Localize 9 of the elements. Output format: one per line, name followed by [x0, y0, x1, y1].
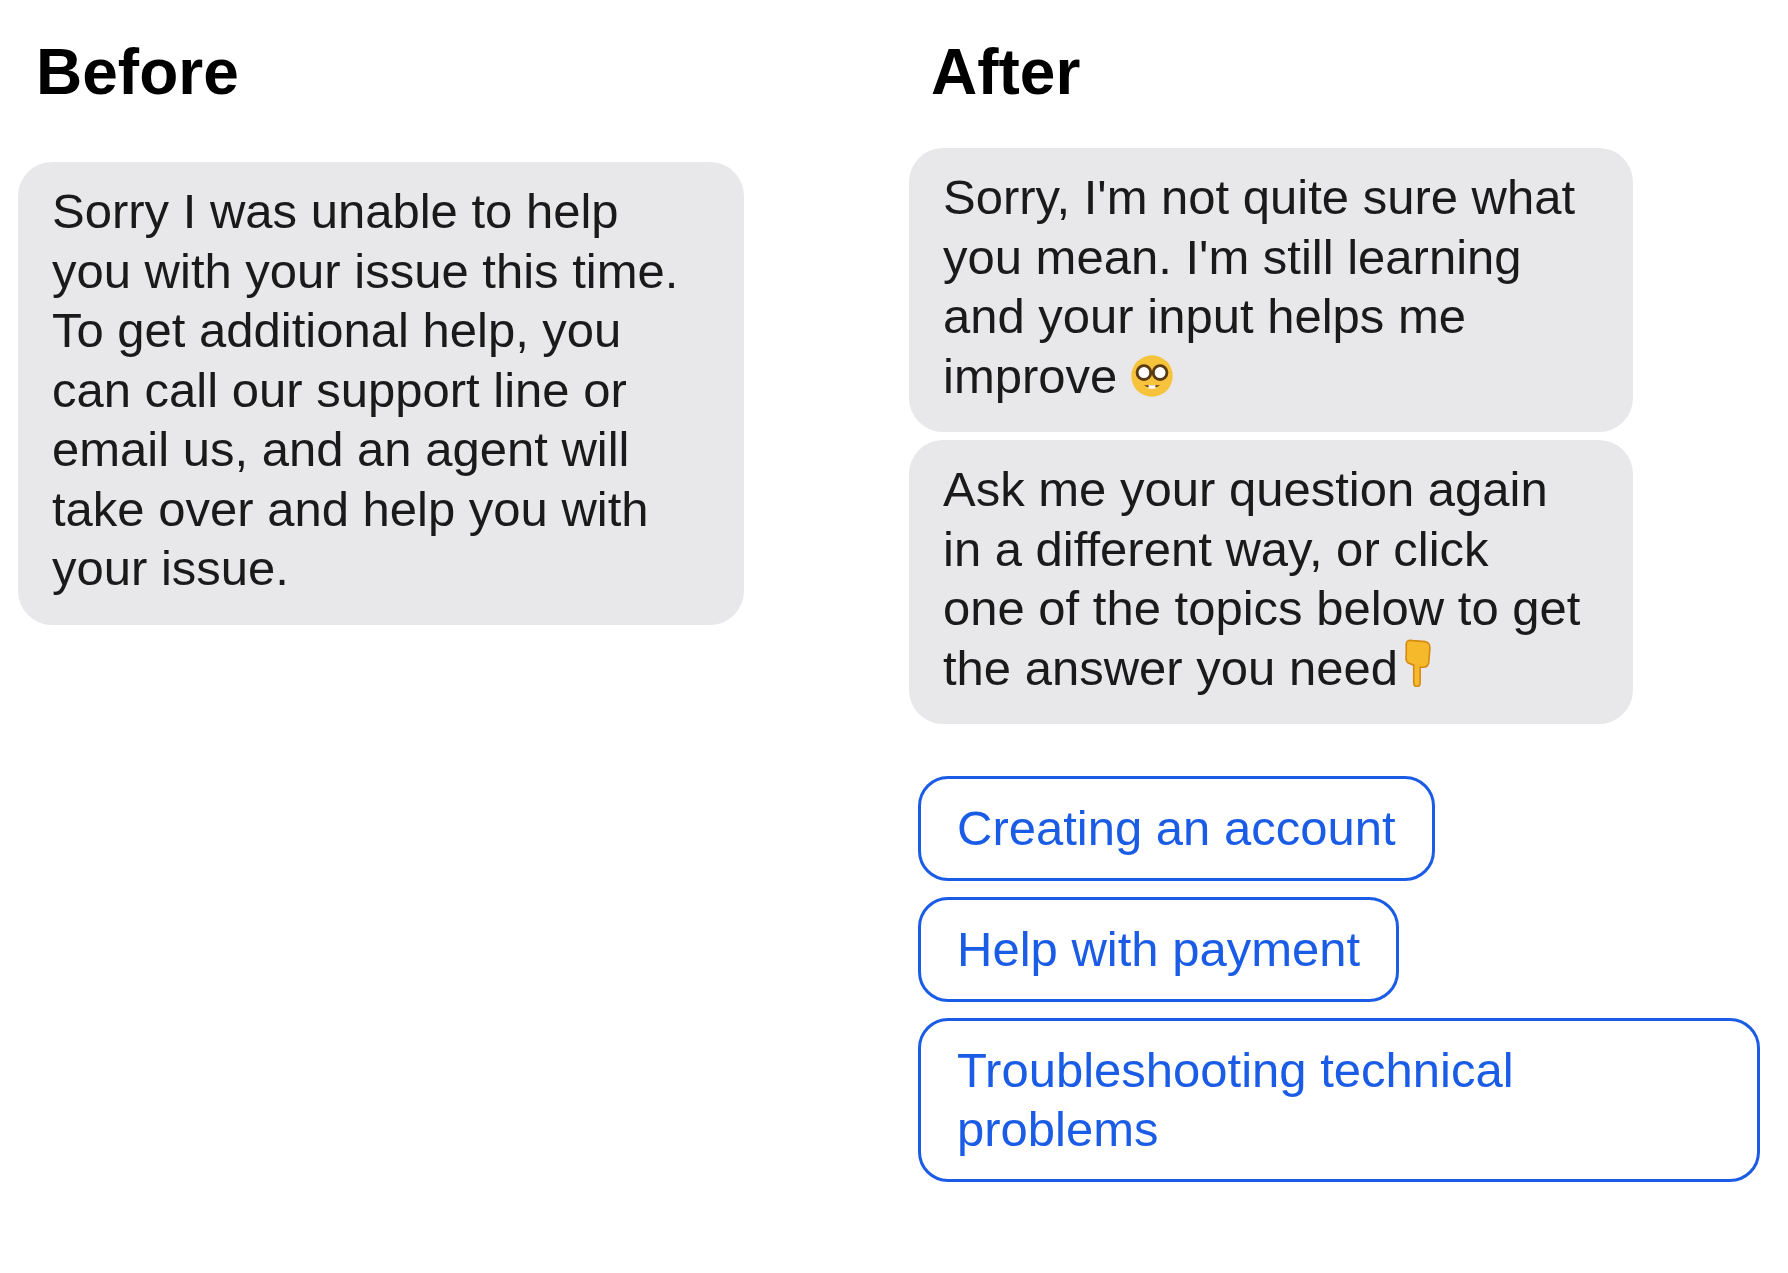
topic-button[interactable]: Creating an account	[918, 776, 1435, 881]
chat-bubble: Sorry, I'm not quite sure what you mean. I'm still learning and your input helps me improve	[909, 148, 1633, 432]
topic-button[interactable]: Troubleshooting technical problems	[918, 1018, 1760, 1182]
chat-bubble: Ask me your question again in a different way, or click one of the topics below to get the answer you need	[909, 440, 1633, 724]
nerd-face-icon	[1129, 352, 1176, 399]
after-heading: After	[931, 40, 1082, 104]
before-heading: Before	[36, 40, 240, 104]
topic-button[interactable]: Help with payment	[918, 897, 1400, 1002]
chat-bubble: Sorry I was unable to help you with your issue this time. To get additional help, you can call our support line or email us, and an agent will take over and help you with your issue.	[18, 162, 744, 625]
